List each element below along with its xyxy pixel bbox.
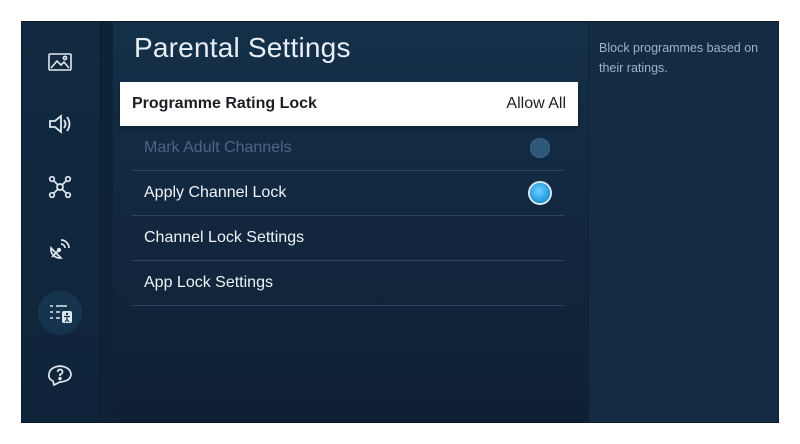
page-title: Parental Settings [134,32,351,63]
menu-item-value: Allow All [506,95,566,112]
apply-channel-lock-toggle[interactable] [530,183,550,203]
menu-item-label: Apply Channel Lock [144,184,287,201]
settings-panel: Parental Settings Programme Rating Lock … [112,22,588,422]
category-sidebar [22,22,100,422]
picture-icon[interactable] [38,40,82,84]
tv-screen: Parental Settings Programme Rating Lock … [22,22,778,422]
help-text: Block programmes based on their ratings. [599,41,759,75]
menu-item-label: Programme Rating Lock [132,95,317,112]
menu-item-app-lock-settings[interactable]: App Lock Settings [132,261,564,306]
sound-icon[interactable] [38,102,82,146]
menu-item-programme-rating-lock[interactable]: Programme Rating Lock Allow All [120,82,578,126]
help-panel: Block programmes based on their ratings. [588,22,778,422]
menu-item-label: Mark Adult Channels [144,139,292,156]
general-accessibility-icon[interactable] [38,291,82,335]
menu-item-label: App Lock Settings [144,274,273,291]
menu-item-label: Channel Lock Settings [144,229,305,246]
broadcasting-icon[interactable] [38,227,82,271]
menu-item-mark-adult-channels[interactable]: Mark Adult Channels [132,126,564,171]
mark-adult-channels-toggle[interactable] [530,138,550,158]
settings-menu: Programme Rating Lock Allow All Mark Adu… [112,82,588,306]
support-icon[interactable] [38,353,82,397]
connection-icon[interactable] [38,165,82,209]
menu-item-apply-channel-lock[interactable]: Apply Channel Lock [132,171,564,216]
menu-item-channel-lock-settings[interactable]: Channel Lock Settings [132,216,564,261]
